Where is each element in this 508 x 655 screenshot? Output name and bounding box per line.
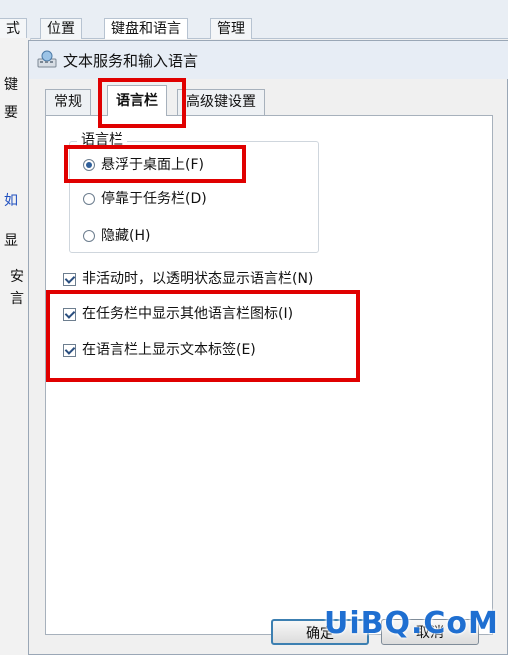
background-text-1: 要: [4, 105, 18, 121]
background-text-4: 安: [10, 269, 24, 285]
keyboard-globe-icon: [37, 50, 57, 68]
radio-hidden[interactable]: 隐藏(H): [83, 225, 150, 247]
background-text-5: 言: [10, 291, 24, 307]
checkbox-label: 在任务栏中显示其他语言栏图标(I): [82, 306, 294, 322]
background-tab-keyboard-language[interactable]: 键盘和语言: [104, 18, 188, 39]
radio-button[interactable]: [83, 230, 95, 242]
radio-label: 隐藏(H): [101, 228, 151, 244]
background-tab-admin[interactable]: 管理: [210, 18, 252, 39]
checkbox-show-text-labels[interactable]: 在语言栏上显示文本标签(E): [63, 339, 256, 361]
tab-general[interactable]: 常规: [45, 89, 91, 115]
dialog-titlebar[interactable]: 文本服务和输入语言: [29, 41, 508, 79]
checkbox[interactable]: [63, 307, 76, 321]
radio-float-desktop[interactable]: 悬浮于桌面上(F): [83, 154, 204, 176]
radio-button[interactable]: [83, 193, 95, 205]
background-text-0: 键: [4, 77, 18, 93]
checkbox-label: 在语言栏上显示文本标签(E): [82, 342, 256, 358]
dialog-title: 文本服务和输入语言: [63, 52, 199, 70]
radio-label: 停靠于任务栏(D): [101, 191, 207, 207]
watermark-text: UiBQ.CoM: [324, 606, 499, 641]
background-link[interactable]: 如: [4, 190, 18, 210]
checkbox-label: 非活动时，以透明状态显示语言栏(N): [82, 271, 314, 287]
tab-advanced-key-settings[interactable]: 高级键设置: [177, 89, 265, 115]
background-text-3: 显: [4, 233, 18, 249]
checkbox[interactable]: [63, 272, 76, 286]
group-title: 语言栏: [77, 131, 127, 149]
radio-button-selected[interactable]: [83, 159, 95, 171]
checkbox-show-extra-icons[interactable]: 在任务栏中显示其他语言栏图标(I): [63, 303, 293, 325]
checkbox[interactable]: [63, 343, 76, 357]
background-tab-strip: 式 位置 键盘和语言 管理: [0, 0, 508, 39]
checkbox-transparent-inactive[interactable]: 非活动时，以透明状态显示语言栏(N): [63, 268, 313, 290]
tab-language-bar[interactable]: 语言栏: [107, 85, 167, 116]
background-tab-0[interactable]: 式: [0, 18, 27, 39]
background-left-pane: 键 要 如 显 安 言: [0, 38, 31, 655]
radio-label: 悬浮于桌面上(F): [101, 157, 204, 173]
background-tab-position[interactable]: 位置: [40, 18, 82, 39]
radio-dock-taskbar[interactable]: 停靠于任务栏(D): [83, 188, 207, 210]
text-services-dialog: 文本服务和输入语言 常规 语言栏 高级键设置 语言栏 悬浮于桌面上(F) 停靠于…: [28, 40, 508, 655]
